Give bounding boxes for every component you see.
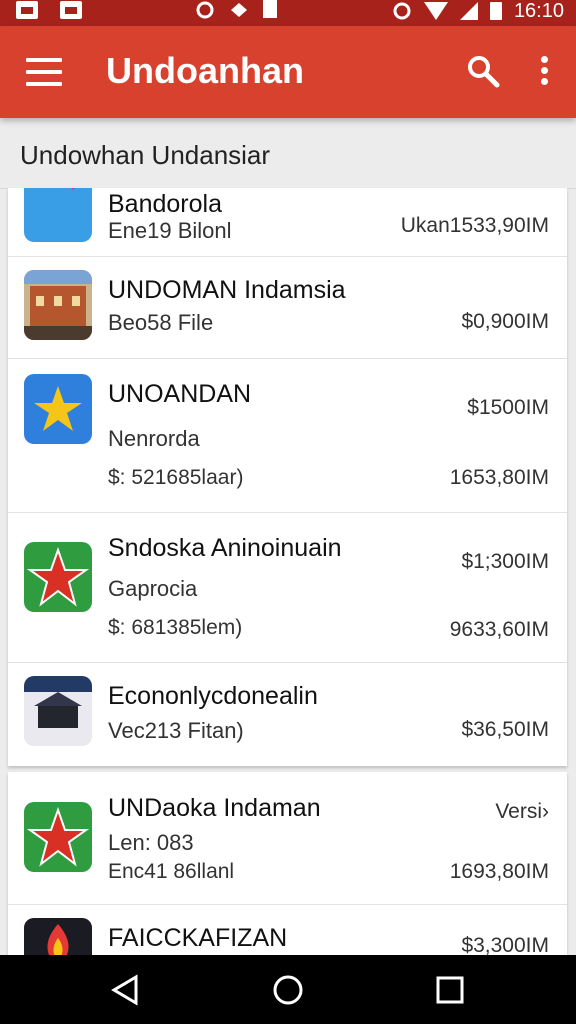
- list-item-price: $1;300IM: [461, 550, 549, 573]
- back-icon[interactable]: [108, 973, 142, 1007]
- section-header: Undowhan Undansiar: [0, 118, 576, 189]
- list-item[interactable]: FAICCKAFIZAN $3,300IM: [8, 904, 567, 956]
- status-bar: 16:10: [0, 0, 576, 26]
- list-item-subtitle: Gaprocia: [108, 576, 198, 601]
- more-vert-icon[interactable]: [538, 56, 550, 88]
- list-item-value: 9633,60IM: [449, 618, 549, 641]
- list-item-title: UNDOMAN Indamsia: [108, 276, 346, 304]
- house-app-icon: [24, 676, 92, 746]
- red-star-app-icon: [24, 542, 92, 612]
- list-item-title: UNDaoka Indaman: [108, 794, 321, 822]
- section-header-title: Undowhan Undansiar: [20, 140, 271, 170]
- sync-icon: [196, 1, 214, 19]
- message-notification-icon: [60, 1, 82, 19]
- clock: 16:10: [513, 0, 564, 22]
- list-item-title: Econonlycdonealin: [108, 682, 318, 710]
- list-item-value: $0,900IM: [461, 310, 549, 333]
- search-icon[interactable]: [466, 54, 500, 88]
- list-item-value: 1693,80IM: [449, 860, 549, 883]
- home-icon[interactable]: [271, 973, 305, 1007]
- alarm-icon: [393, 2, 411, 20]
- list-item-title: Sndoska Aninoinuain: [108, 534, 342, 562]
- list-item-title: Bandorola: [108, 190, 222, 218]
- list-item-value: Ukan1533,90IM: [400, 214, 549, 237]
- image-notification-icon: [16, 1, 38, 19]
- list-item-subtitle: Beo58 File: [108, 310, 214, 335]
- list-item-subtitle: Len: 083: [108, 830, 194, 855]
- list-item-value: 1653,80IM: [449, 466, 549, 489]
- list-item-detail: $: 521685laar): [108, 466, 244, 489]
- list-item[interactable]: Econonlycdonealin Vec213 Fitan) $36,50IM: [8, 662, 567, 766]
- sd-card-icon: [263, 0, 277, 18]
- recents-icon[interactable]: [433, 973, 467, 1007]
- list-item-detail: Enc41 86llanl: [108, 860, 235, 883]
- red-star-app-icon: [24, 802, 92, 872]
- building-photo-icon: [24, 270, 92, 340]
- list-item-title: FAICCKAFIZAN: [108, 924, 288, 952]
- list-item-subtitle: Nenrorda: [108, 426, 200, 451]
- app-icon-blue: [24, 188, 92, 242]
- version-link[interactable]: Versi›: [495, 800, 549, 824]
- list-item[interactable]: UNDOMAN Indamsia Beo58 File $0,900IM: [8, 256, 567, 359]
- flame-app-icon: [24, 918, 92, 956]
- app-bar: Undoanhan: [0, 26, 576, 118]
- list-item[interactable]: Bandorola Ene19 Bilonl Ukan1533,90IM: [8, 188, 567, 257]
- list-item-price: $1500IM: [467, 396, 549, 419]
- app-list-card: Bandorola Ene19 Bilonl Ukan1533,90IM UND…: [8, 188, 567, 766]
- system-navigation-bar: [0, 955, 576, 1024]
- app-title: Undoanhan: [106, 50, 304, 91]
- app-list-card: UNDaoka Indaman Len: 083 Enc41 86llanl V…: [8, 772, 567, 956]
- wifi-icon: [423, 2, 448, 20]
- signal-icon: [459, 2, 478, 20]
- list-item-value: $3,300IM: [461, 934, 549, 956]
- list-item-subtitle: Ene19 Bilonl: [108, 218, 232, 243]
- list-item-value: $36,50IM: [461, 718, 549, 741]
- battery-icon: [489, 2, 502, 20]
- star-icon: [24, 374, 92, 444]
- list-item[interactable]: UNDaoka Indaman Len: 083 Enc41 86llanl V…: [8, 772, 567, 905]
- menu-icon[interactable]: [26, 58, 62, 86]
- list-item-title: UNOANDAN: [108, 380, 252, 408]
- list-item[interactable]: Sndoska Aninoinuain Gaprocia $: 681385le…: [8, 512, 567, 663]
- list-item-detail: $: 681385lem): [108, 616, 243, 639]
- list-item-subtitle: Vec213 Fitan): [108, 718, 244, 743]
- list-item[interactable]: UNOANDAN Nenrorda $: 521685laar) $1500IM…: [8, 358, 567, 513]
- transfer-icon: [231, 3, 247, 17]
